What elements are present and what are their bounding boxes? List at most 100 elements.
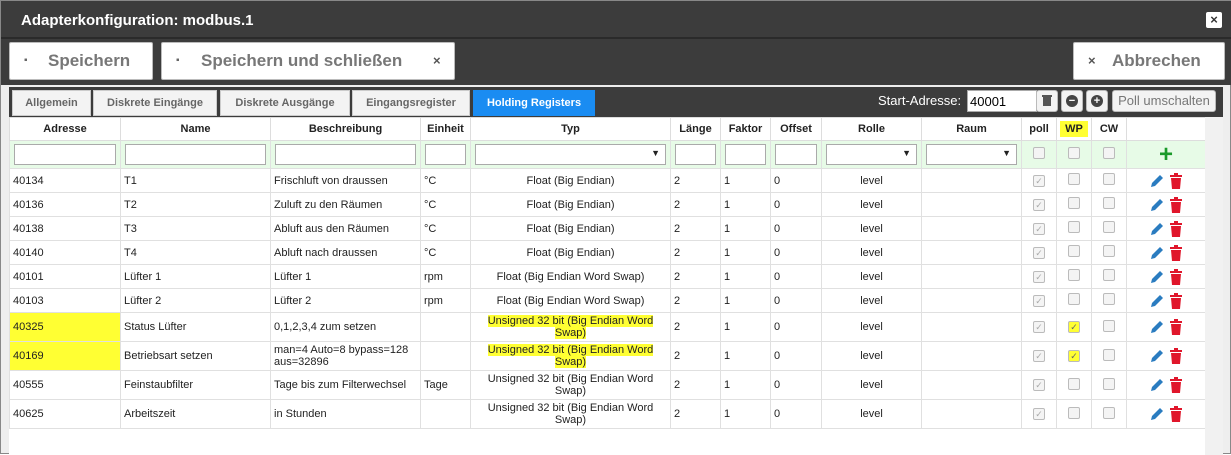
col-header-raum[interactable]: Raum (921, 117, 1022, 141)
poll-checkbox[interactable]: ✓ (1033, 379, 1045, 391)
col-header-cw[interactable]: CW (1091, 117, 1127, 141)
poll-checkbox[interactable]: ✓ (1033, 408, 1045, 420)
pencil-icon[interactable] (1149, 293, 1165, 309)
wp-checkbox[interactable] (1068, 221, 1080, 233)
trash-icon[interactable] (1169, 268, 1183, 285)
poll-checkbox[interactable]: ✓ (1033, 246, 1045, 259)
pencil-icon[interactable] (1149, 197, 1165, 213)
cw-checkbox[interactable] (1103, 197, 1115, 209)
filter-einheit-input[interactable] (425, 144, 466, 165)
tab-allgemein[interactable]: Allgemein (12, 90, 91, 116)
trash-icon[interactable] (1169, 292, 1183, 309)
poll-checkbox[interactable]: ✓ (1033, 198, 1045, 211)
trash-icon[interactable] (1169, 244, 1183, 261)
wp-checkbox[interactable] (1068, 406, 1080, 419)
cw-checkbox[interactable] (1103, 221, 1115, 233)
delete-all-button[interactable] (1036, 90, 1058, 112)
tab-diskrete-ausgaenge[interactable]: Diskrete Ausgänge (220, 90, 350, 116)
filter-laenge-input[interactable] (675, 144, 716, 165)
filter-poll-checkbox[interactable] (1033, 147, 1045, 159)
col-header-einheit[interactable]: Einheit (420, 117, 471, 141)
col-header-rolle[interactable]: Rolle (821, 117, 922, 141)
trash-icon[interactable] (1169, 377, 1183, 393)
pencil-icon[interactable] (1149, 406, 1165, 422)
tab-eingangsregister[interactable]: Eingangsregister (352, 90, 470, 116)
cw-checkbox[interactable] (1103, 293, 1115, 305)
cw-checkbox[interactable] (1103, 406, 1115, 419)
trash-icon[interactable] (1169, 172, 1183, 189)
pencil-icon[interactable] (1149, 348, 1165, 364)
col-header-beschreibung[interactable]: Beschreibung (270, 117, 421, 141)
trash-icon[interactable] (1169, 220, 1183, 237)
filter-adresse-input[interactable] (14, 144, 116, 165)
remove-button[interactable]: − (1061, 90, 1083, 112)
wp-checkbox[interactable] (1068, 269, 1080, 281)
col-header-name[interactable]: Name (120, 117, 271, 141)
pencil-icon[interactable] (1149, 319, 1165, 335)
col-header-typ[interactable]: Typ (470, 117, 671, 141)
filter-typ-select[interactable]: ▼ (475, 144, 666, 165)
pencil-icon[interactable] (1149, 269, 1165, 285)
wp-checkbox[interactable] (1068, 245, 1080, 257)
tab-diskrete-eingaenge[interactable]: Diskrete Eingänge (93, 90, 217, 116)
col-header-offset[interactable]: Offset (770, 117, 822, 141)
filter-cw-checkbox[interactable] (1103, 147, 1115, 159)
col-header-laenge[interactable]: Länge (670, 117, 721, 141)
cw-checkbox[interactable] (1103, 377, 1115, 390)
table-row[interactable]: 40555 Feinstaubfilter Tage bis zum Filterw… (9, 370, 1206, 400)
wp-checkbox[interactable] (1068, 293, 1080, 305)
table-row[interactable]: 40103 Lüfter 2 Lüfter 2 rpm Float (Big Endia… (9, 288, 1206, 313)
col-header-adresse[interactable]: Adresse (9, 117, 121, 141)
col-header-faktor[interactable]: Faktor (720, 117, 771, 141)
tab-holding-registers[interactable]: Holding Registers (473, 90, 595, 116)
cw-checkbox[interactable] (1103, 348, 1115, 361)
cw-checkbox[interactable] (1103, 319, 1115, 332)
window-close-button[interactable]: × (1206, 12, 1222, 28)
poll-checkbox[interactable]: ✓ (1033, 350, 1045, 362)
trash-icon[interactable] (1169, 319, 1183, 335)
filter-offset-input[interactable] (775, 144, 817, 165)
poll-toggle-button[interactable]: Poll umschalten (1112, 90, 1216, 112)
table-row[interactable]: 40140 T4 Abluft nach draussen °C Float (Big … (9, 240, 1206, 265)
trash-icon[interactable] (1169, 348, 1183, 364)
trash-icon[interactable] (1169, 196, 1183, 213)
save-and-close-button[interactable]: ▪ Speichern und schließen × (161, 42, 455, 80)
table-row[interactable]: 40169 Betriebsart setzen man=4 Auto=8 bypa… (9, 341, 1206, 371)
col-header-wp[interactable]: WP (1056, 117, 1092, 141)
pencil-icon[interactable] (1149, 245, 1165, 261)
filter-wp-checkbox[interactable] (1068, 147, 1080, 159)
pencil-icon[interactable] (1149, 377, 1165, 393)
filter-rolle-select[interactable]: ▼ (826, 144, 917, 165)
filter-faktor-input[interactable] (725, 144, 766, 165)
trash-icon[interactable] (1169, 406, 1183, 422)
col-header-poll[interactable]: poll (1021, 117, 1057, 141)
save-button[interactable]: ▪ Speichern (9, 42, 153, 80)
poll-checkbox[interactable]: ✓ (1033, 294, 1045, 307)
cw-checkbox[interactable] (1103, 173, 1115, 185)
wp-checkbox[interactable]: ✓ (1068, 321, 1080, 333)
wp-checkbox[interactable] (1068, 173, 1080, 185)
wp-checkbox[interactable] (1068, 197, 1080, 209)
scrollbar[interactable] (1205, 117, 1223, 455)
filter-beschreibung-input[interactable] (275, 144, 416, 165)
table-row[interactable]: 40101 Lüfter 1 Lüfter 1 rpm Float (Big Endia… (9, 264, 1206, 289)
table-row[interactable]: 40138 T3 Abluft aus den Räumen °C Float (Big… (9, 216, 1206, 241)
wp-checkbox[interactable]: ✓ (1068, 350, 1080, 362)
table-row[interactable]: 40325 Status Lüfter 0,1,2,3,4 zum setzen Un… (9, 312, 1206, 342)
cancel-button[interactable]: × Abbrechen (1073, 42, 1225, 80)
pencil-icon[interactable] (1149, 221, 1165, 237)
filter-name-input[interactable] (125, 144, 266, 165)
wp-checkbox[interactable] (1068, 377, 1080, 390)
poll-checkbox[interactable]: ✓ (1033, 270, 1045, 283)
add-row-plus-icon[interactable]: + (1159, 142, 1173, 168)
poll-checkbox[interactable]: ✓ (1033, 222, 1045, 235)
table-row[interactable]: 40134 T1 Frischluft von draussen °C Float (B… (9, 168, 1206, 193)
table-row[interactable]: 40136 T2 Zuluft zu den Räumen °C Float (Big … (9, 192, 1206, 217)
table-row[interactable]: 40625 Arbeitszeit in Stunden Unsigned 32 bi… (9, 399, 1206, 429)
filter-raum-select[interactable]: ▼ (926, 144, 1017, 165)
start-address-input[interactable] (967, 90, 1037, 112)
poll-checkbox[interactable]: ✓ (1033, 321, 1045, 333)
cw-checkbox[interactable] (1103, 269, 1115, 281)
pencil-icon[interactable] (1149, 173, 1165, 189)
cw-checkbox[interactable] (1103, 245, 1115, 257)
